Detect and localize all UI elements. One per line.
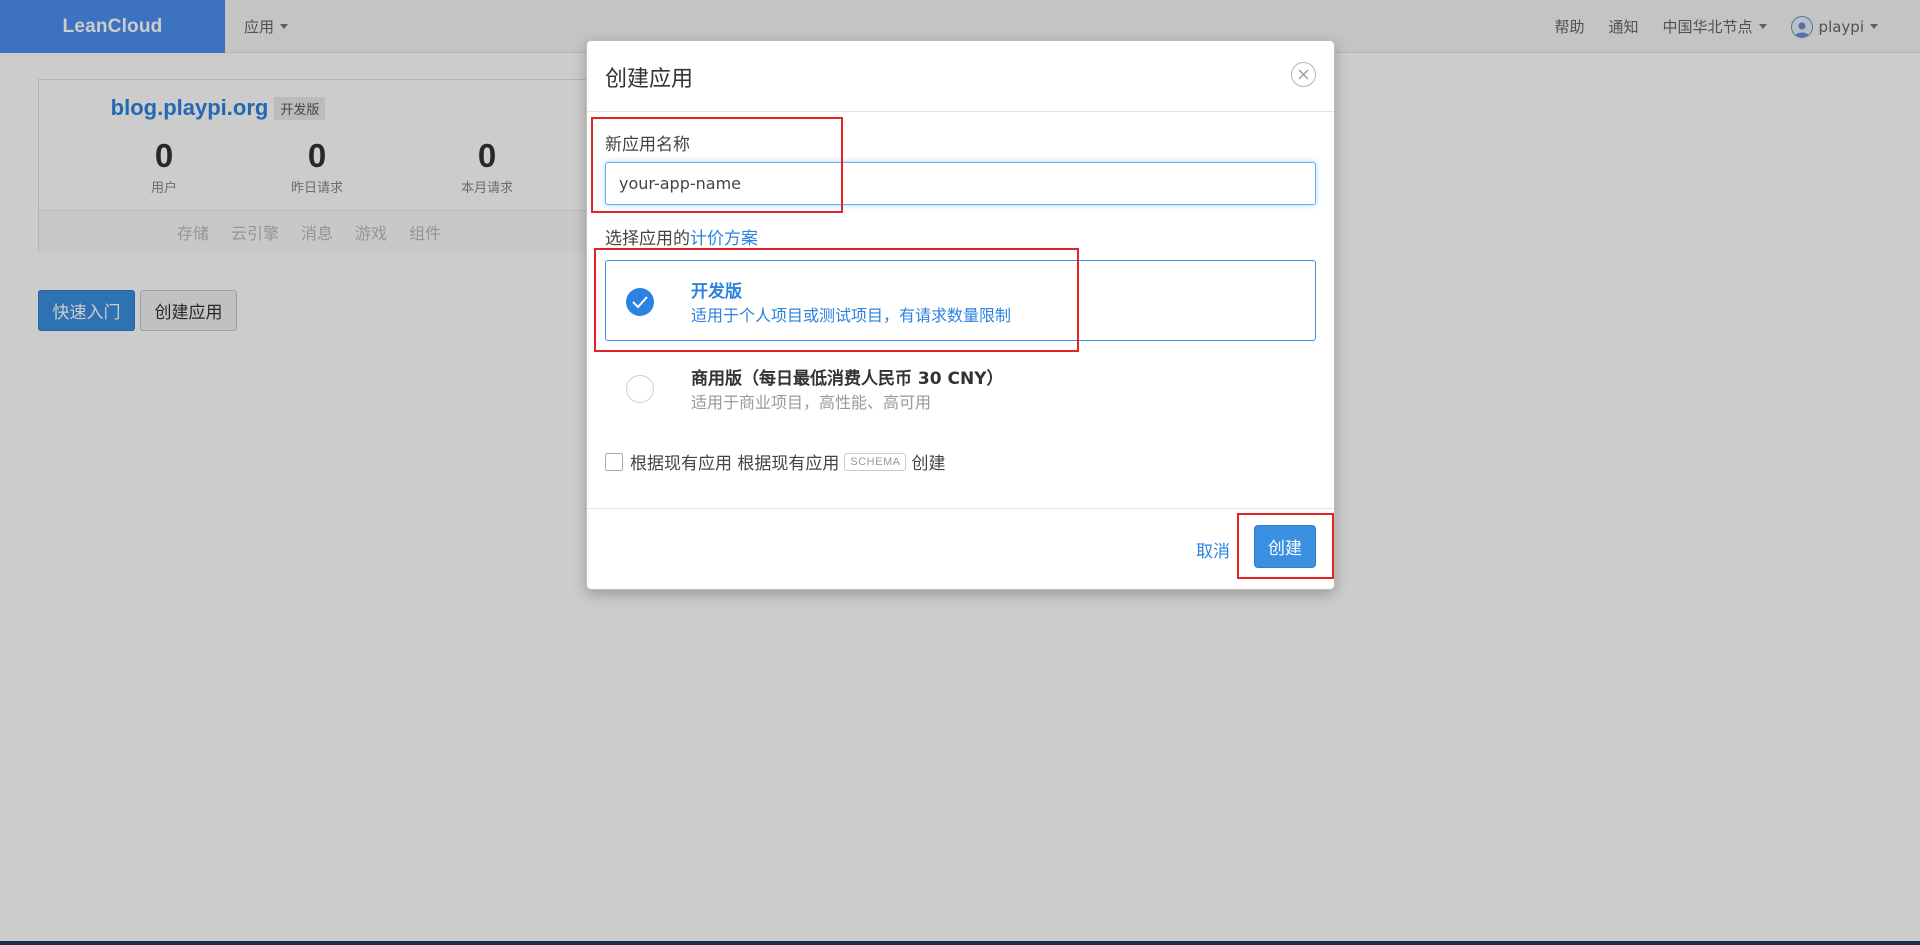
copy-schema-checkbox[interactable]: [605, 452, 623, 471]
dialog-footer: 取消 创建: [587, 508, 1334, 591]
copy-schema-text: 根据现有应用 根据现有应用: [630, 454, 840, 474]
dialog-header: 创建应用: [587, 41, 1334, 112]
radio-empty-icon: [626, 375, 654, 403]
annotation-box-create: [1237, 513, 1334, 579]
copy-schema-suffix: 创建: [911, 454, 946, 474]
annotation-box-name: [591, 117, 843, 213]
pricing-plan-link[interactable]: 计价方案: [690, 229, 758, 249]
schema-badge: SCHEMA: [844, 452, 907, 471]
close-icon[interactable]: [1291, 62, 1316, 87]
dialog-title: 创建应用: [605, 67, 694, 92]
annotation-box-plan: [594, 248, 1079, 352]
plan-description: 适用于商业项目，高性能、高可用: [691, 393, 932, 412]
plan-name: 商用版（每日最低消费人民币 30 CNY）: [691, 369, 1004, 389]
bottom-bar: [0, 941, 1920, 945]
copy-schema-option: 根据现有应用 根据现有应用 SCHEMA 创建: [605, 449, 945, 474]
plan-label: 选择应用的计价方案: [605, 224, 758, 249]
cancel-button[interactable]: 取消: [1196, 537, 1230, 562]
plan-option-business[interactable]: 商用版（每日最低消费人民币 30 CNY） 适用于商业项目，高性能、高可用: [605, 347, 1316, 428]
plan-label-text: 选择应用的: [605, 229, 690, 249]
